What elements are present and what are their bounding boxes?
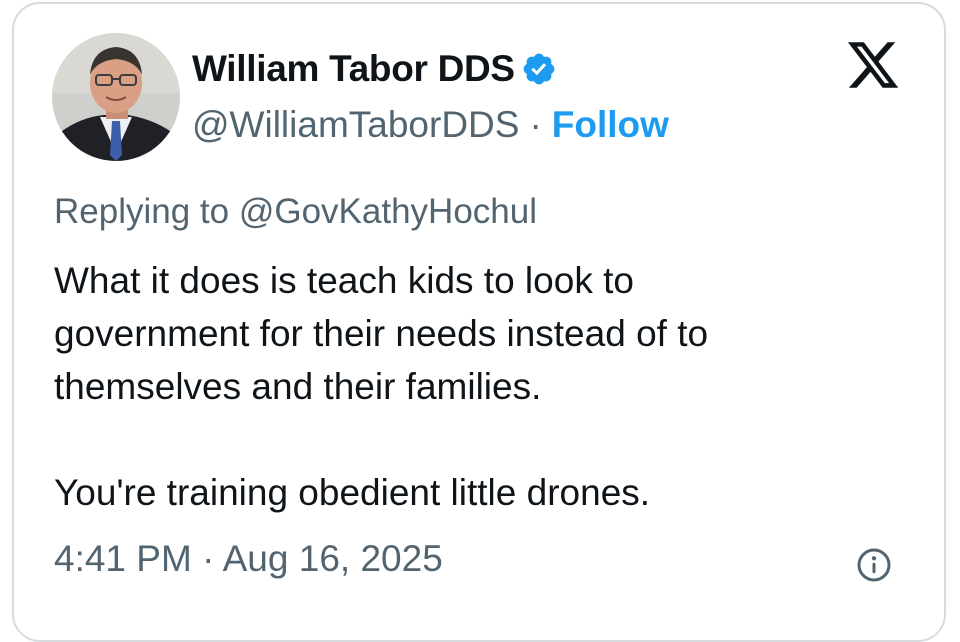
separator-dot: · <box>529 104 542 145</box>
tweet-text-line: government for their needs instead of to <box>54 313 709 354</box>
author-display-name[interactable]: William Tabor DDS <box>192 48 515 90</box>
tweet-body: What it does is teach kids to look to go… <box>54 254 894 519</box>
x-logo-icon[interactable] <box>844 37 902 93</box>
replying-to-prefix: Replying to <box>54 192 239 231</box>
tweet-text-line: What it does is teach kids to look to <box>54 260 634 301</box>
follow-button[interactable]: Follow <box>552 104 669 146</box>
info-icon[interactable] <box>856 547 892 583</box>
tweet-timestamp[interactable]: 4:41 PM · Aug 16, 2025 <box>54 538 443 580</box>
author-name-row: William Tabor DDS <box>192 46 557 92</box>
tweet-text-line: themselves and their families. <box>54 366 542 407</box>
reply-mention-link[interactable]: @GovKathyHochul <box>239 192 537 231</box>
author-handle-row: @WilliamTaborDDS · Follow <box>192 102 669 148</box>
verified-badge-icon <box>523 53 555 85</box>
avatar[interactable] <box>52 33 180 161</box>
profile-photo <box>52 33 180 161</box>
tweet-text-line: You're training obedient little drones. <box>54 472 651 513</box>
replying-to-line: Replying to @GovKathyHochul <box>54 192 537 232</box>
author-handle[interactable]: @WilliamTaborDDS <box>192 104 519 146</box>
